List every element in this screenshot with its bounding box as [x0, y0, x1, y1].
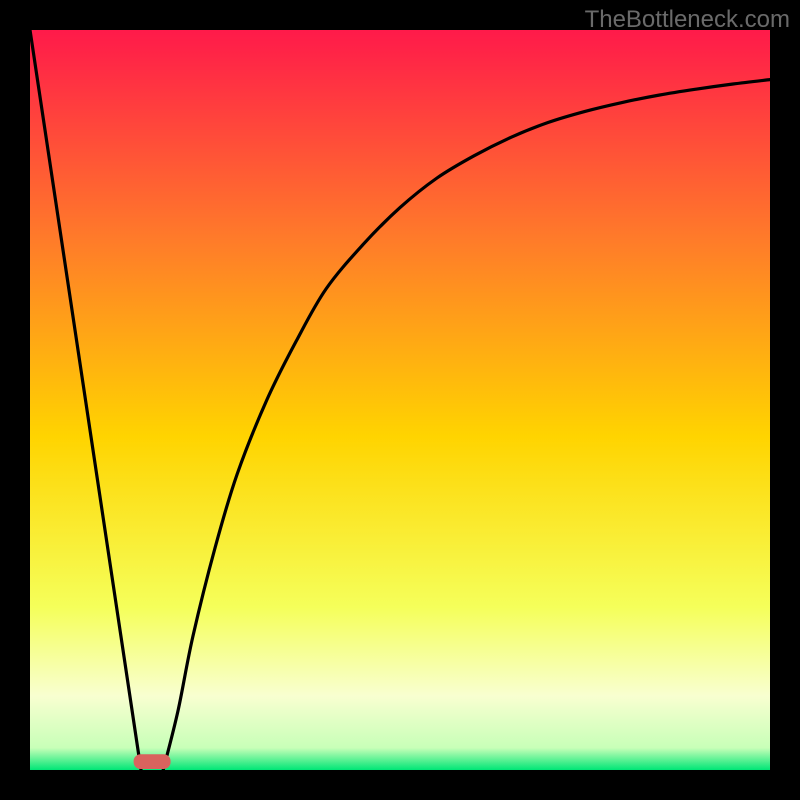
bottom-pill-marker: [134, 754, 171, 769]
plot-area: [30, 30, 770, 770]
watermark-text: TheBottleneck.com: [585, 6, 790, 34]
chart-container: TheBottleneck.com: [0, 0, 800, 800]
gradient-background: [30, 30, 770, 770]
chart-svg: [30, 30, 770, 770]
